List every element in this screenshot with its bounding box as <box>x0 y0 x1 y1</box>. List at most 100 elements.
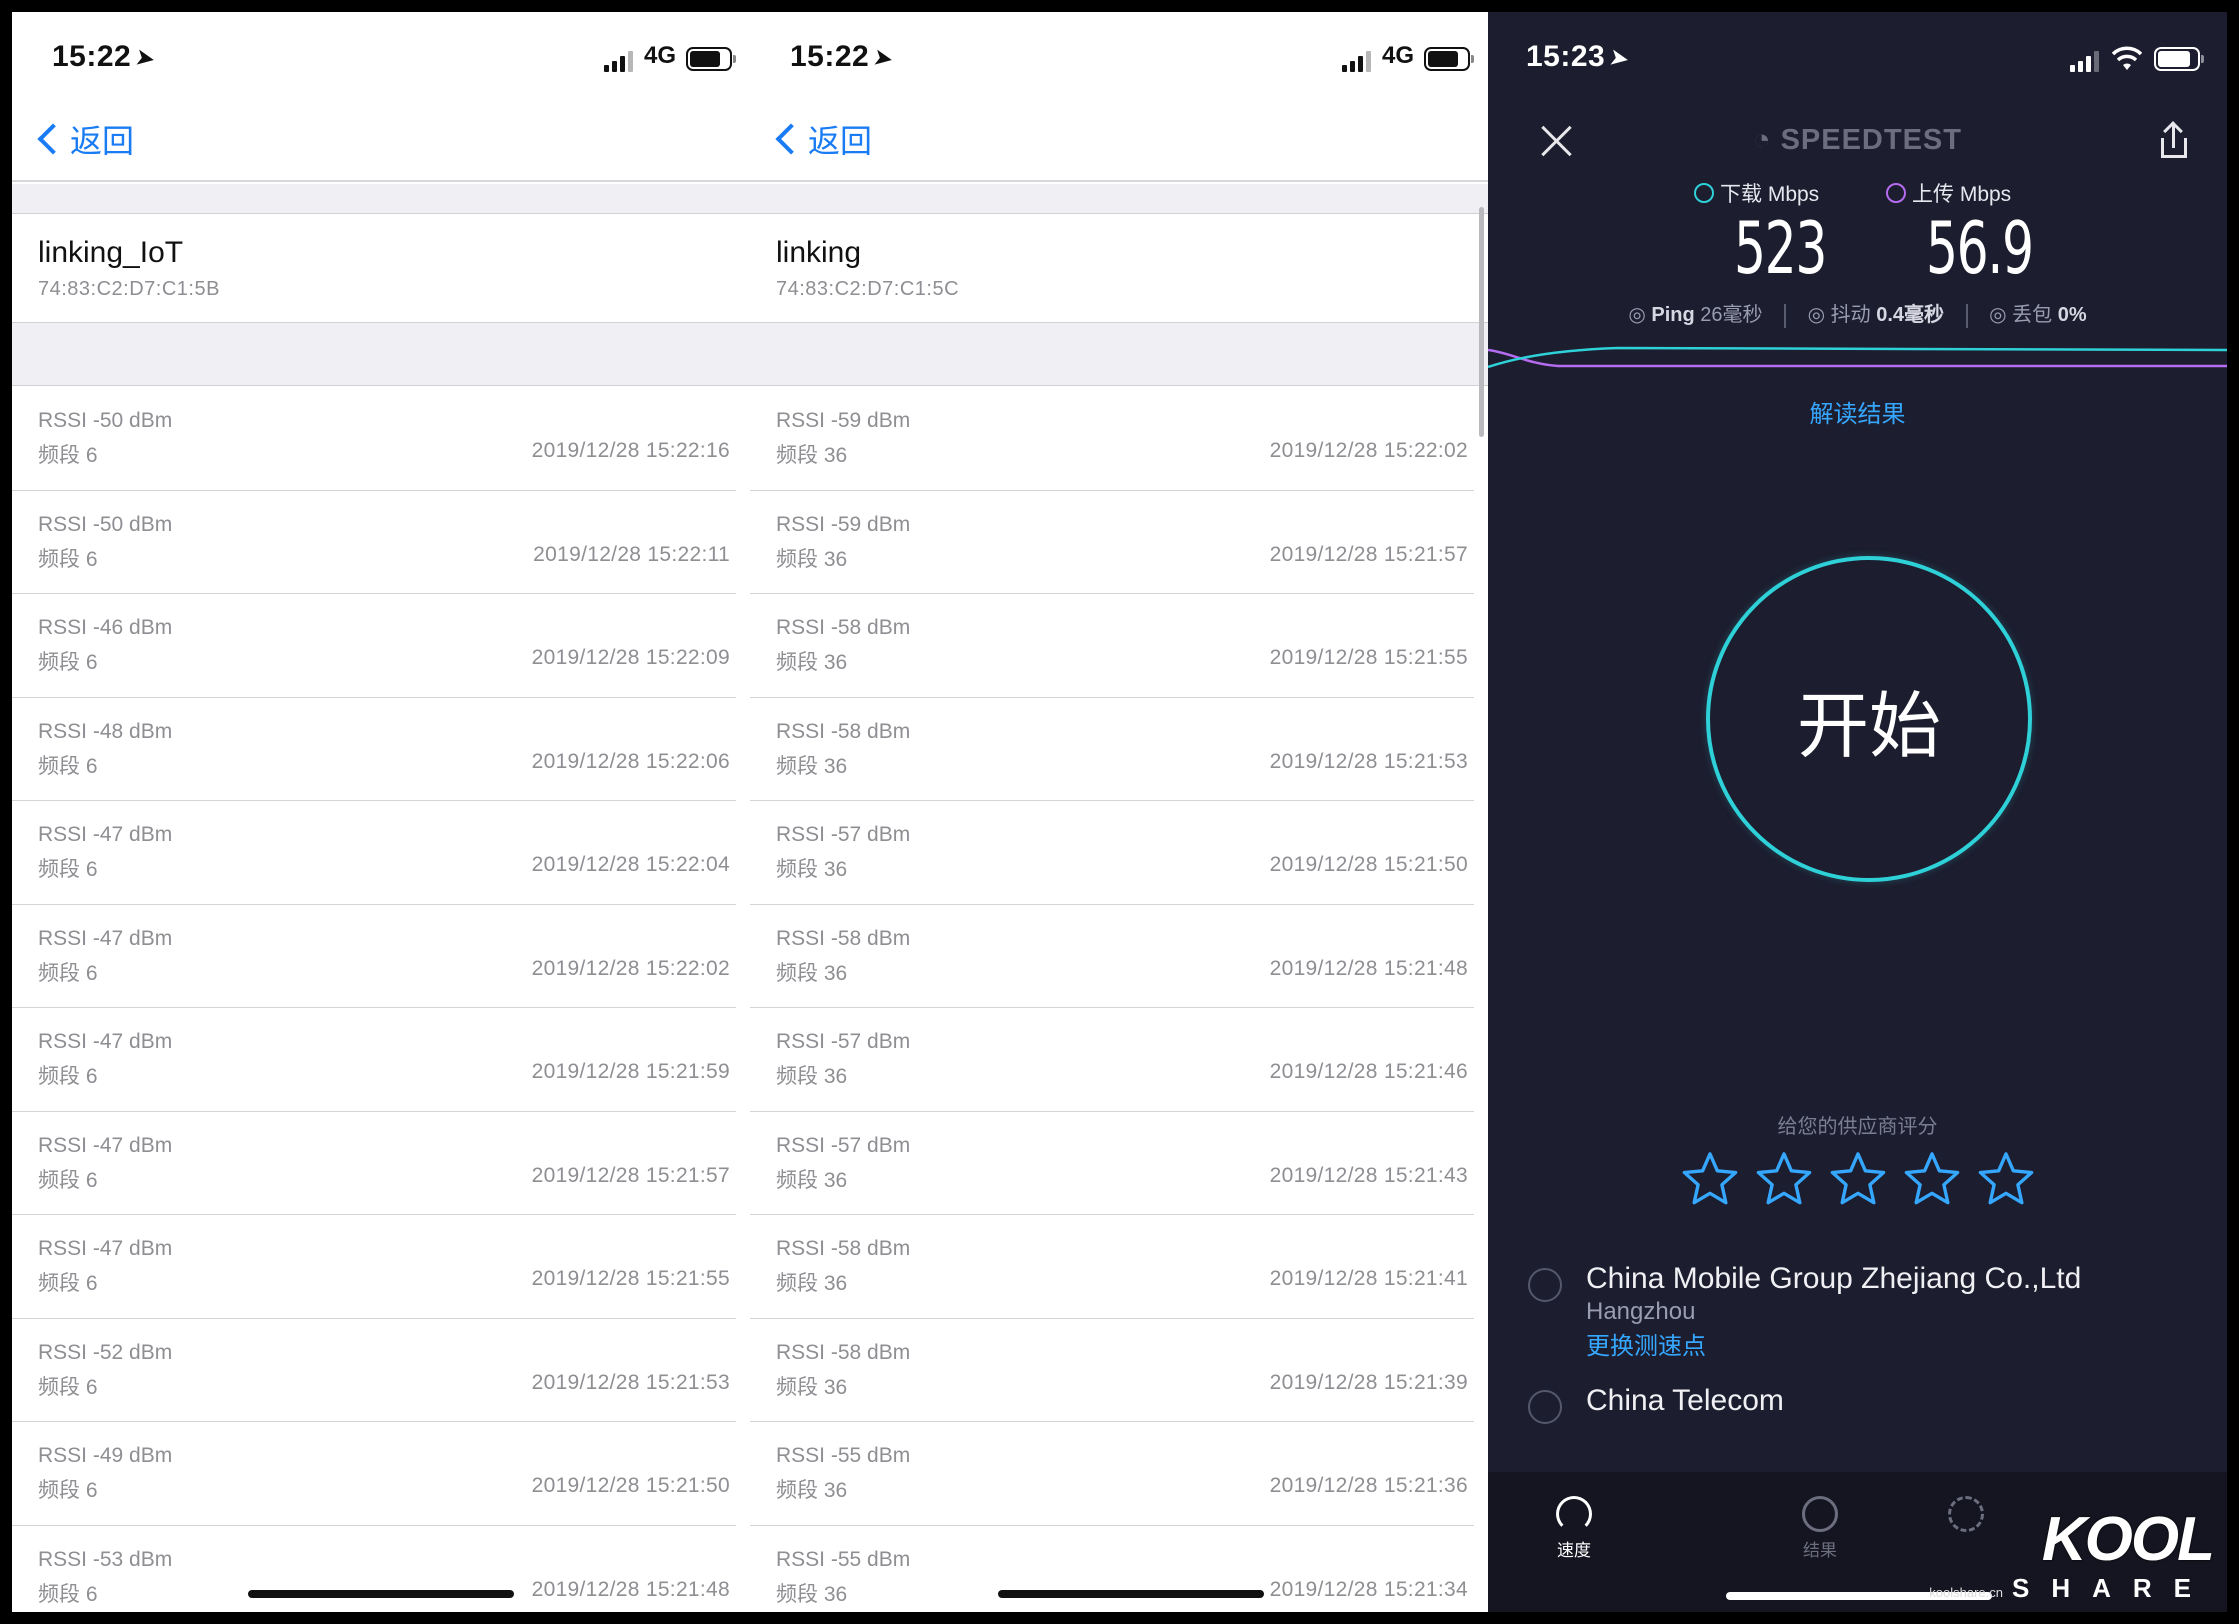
list-item[interactable]: RSSI -47 dBm 频段 6 2019/12/28 15:21:57 <box>12 1112 736 1215</box>
rssi-value: RSSI -57 dBm <box>776 1133 911 1157</box>
download-label: 下载 Mbps <box>1694 178 1819 208</box>
list-item[interactable]: RSSI -55 dBm 频段 36 2019/12/28 15:21:34 <box>750 1526 1474 1613</box>
list-item[interactable]: RSSI -59 dBm 频段 36 2019/12/28 15:21:57 <box>750 491 1474 594</box>
rssi-value: RSSI -47 dBm <box>38 823 173 846</box>
chevron-left-icon <box>37 123 69 155</box>
rssi-log-list[interactable]: RSSI -59 dBm 频段 36 2019/12/28 15:22:02 RSSI… <box>750 387 1488 1612</box>
ping-label: Ping <box>1651 304 1695 326</box>
scrollbar[interactable] <box>1479 207 1484 437</box>
timestamp: 2019/12/28 15:21:53 <box>1269 749 1468 773</box>
list-item[interactable]: RSSI -57 dBm 频段 36 2019/12/28 15:21:46 <box>750 1008 1474 1112</box>
speedtest-screen: 15:23➤ ◔ SPEEDTEST 下载 Mbps 上传 Mbps 523 5… <box>1488 12 2227 1612</box>
share-icon[interactable] <box>2161 124 2187 158</box>
list-item[interactable]: RSSI -47 dBm 频段 6 2019/12/28 15:21:59 <box>12 1008 736 1112</box>
jitter-label: 抖动 <box>1830 304 1871 326</box>
rssi-value: RSSI -50 dBm <box>38 409 173 432</box>
channel-value: 频段 36 <box>776 1479 848 1502</box>
rate-provider-label: 给您的供应商评分 <box>1777 1116 1938 1138</box>
channel-value: 频段 6 <box>38 858 98 881</box>
star-icon[interactable] <box>1977 1150 2035 1208</box>
list-item[interactable]: RSSI -47 dBm 频段 6 2019/12/28 15:22:02 <box>12 905 736 1008</box>
list-item[interactable]: RSSI -58 dBm 频段 36 2019/12/28 15:21:55 <box>750 594 1474 698</box>
network-type: 4G <box>1382 42 1415 69</box>
watermark-domain: koolshare.cn <box>1929 1585 2003 1600</box>
wifi-log-screen-iot: 15:22➤ 4G 返回 linking_IoT 74:83:C2:D7:C1:… <box>12 12 750 1612</box>
timestamp: 2019/12/28 15:21:59 <box>531 1060 730 1083</box>
upload-value: 56.9 <box>1926 206 2034 290</box>
list-item[interactable]: RSSI -58 dBm 频段 36 2019/12/28 15:21:39 <box>750 1319 1474 1422</box>
back-button[interactable]: 返回 <box>770 116 872 162</box>
globe-icon <box>1528 1268 1562 1302</box>
location-arrow-icon: ➤ <box>871 43 897 74</box>
timestamp: 2019/12/28 15:21:48 <box>1269 956 1468 980</box>
rssi-value: RSSI -53 dBm <box>38 1547 173 1571</box>
rssi-log-list[interactable]: RSSI -50 dBm 频段 6 2019/12/28 15:22:16 RSSI … <box>12 387 750 1612</box>
channel-value: 频段 6 <box>38 1479 98 1502</box>
network-header: linking 74:83:C2:D7:C1:5C <box>750 214 1488 322</box>
rssi-value: RSSI -55 dBm <box>776 1444 911 1467</box>
bssid-mac: 74:83:C2:D7:C1:5B <box>38 278 220 300</box>
status-time: 15:22➤ <box>790 40 897 74</box>
start-button[interactable]: 开始 <box>1706 556 2032 882</box>
interpret-results-link[interactable]: 解读结果 <box>1488 394 2227 429</box>
list-item[interactable]: RSSI -55 dBm 频段 36 2019/12/28 15:21:36 <box>750 1422 1474 1526</box>
list-item[interactable]: RSSI -52 dBm 频段 6 2019/12/28 15:21:53 <box>12 1319 736 1422</box>
koolshare-watermark: KOOL SHARE koolshare.cn <box>1929 1509 2215 1604</box>
home-indicator[interactable] <box>248 1590 514 1598</box>
list-item[interactable]: RSSI -46 dBm 频段 6 2019/12/28 15:22:09 <box>12 594 736 698</box>
timestamp: 2019/12/28 15:21:48 <box>531 1577 730 1601</box>
download-value: 523 <box>1734 206 1827 290</box>
channel-value: 频段 6 <box>38 444 98 467</box>
tab-speed-label: 速度 <box>1557 1541 1591 1560</box>
wifi-log-screen-5g: 15:22➤ 4G 返回 linking 74:83:C2:D7:C1:5C R… <box>750 12 1488 1612</box>
speed-graph <box>1488 346 2227 369</box>
location-arrow-icon: ➤ <box>133 43 159 74</box>
list-item[interactable]: RSSI -58 dBm 频段 36 2019/12/28 15:21:41 <box>750 1215 1474 1319</box>
list-item[interactable]: RSSI -57 dBm 频段 36 2019/12/28 15:21:50 <box>750 801 1474 905</box>
channel-value: 频段 36 <box>776 754 848 778</box>
list-item[interactable]: RSSI -58 dBm 频段 36 2019/12/28 15:21:48 <box>750 905 1474 1008</box>
list-item[interactable]: RSSI -57 dBm 频段 36 2019/12/28 15:21:43 <box>750 1112 1474 1215</box>
timestamp: 2019/12/28 15:21:50 <box>1269 853 1468 876</box>
timestamp: 2019/12/28 15:22:02 <box>1269 439 1468 462</box>
list-item[interactable]: RSSI -50 dBm 频段 6 2019/12/28 15:22:16 <box>12 387 736 491</box>
tab-speed[interactable]: 速度 <box>1524 1496 1624 1561</box>
list-item[interactable]: RSSI -48 dBm 频段 6 2019/12/28 15:22:06 <box>12 698 736 801</box>
tab-results[interactable]: 结果 <box>1770 1496 1870 1561</box>
speedtest-logo: ◔ SPEEDTEST <box>1752 124 1962 156</box>
home-indicator[interactable] <box>998 1590 1264 1598</box>
star-icon[interactable] <box>1755 1150 1813 1208</box>
list-item[interactable]: RSSI -47 dBm 频段 6 2019/12/28 15:22:04 <box>12 801 736 905</box>
latency-stats: ◎ Ping 26毫秒 ◎ 抖动 0.4毫秒 ◎ 丢包 0% <box>1488 298 2227 328</box>
channel-value: 频段 36 <box>776 858 848 881</box>
loss-icon: ◎ <box>1989 304 2007 326</box>
back-button[interactable]: 返回 <box>32 116 134 162</box>
list-item[interactable]: RSSI -50 dBm 频段 6 2019/12/28 15:22:11 <box>12 491 736 594</box>
timestamp: 2019/12/28 15:21:46 <box>1269 1060 1468 1083</box>
channel-value: 频段 6 <box>38 651 98 674</box>
rssi-value: RSSI -47 dBm <box>38 1030 173 1053</box>
checkmark-icon <box>1802 1496 1838 1532</box>
loss-label: 丢包 <box>2012 304 2053 326</box>
network-header: linking_IoT 74:83:C2:D7:C1:5B <box>12 214 750 322</box>
rssi-value: RSSI -48 dBm <box>38 719 173 743</box>
channel-value: 频段 36 <box>776 1065 848 1088</box>
list-item[interactable]: RSSI -47 dBm 频段 6 2019/12/28 15:21:55 <box>12 1215 736 1319</box>
list-item[interactable]: RSSI -53 dBm 频段 6 2019/12/28 15:21:48 <box>12 1526 736 1613</box>
timestamp: 2019/12/28 15:21:41 <box>1269 1267 1468 1290</box>
timestamp: 2019/12/28 15:22:04 <box>531 853 730 876</box>
cellular-signal-icon <box>604 50 636 72</box>
channel-value: 频段 6 <box>38 961 98 985</box>
list-item[interactable]: RSSI -59 dBm 频段 36 2019/12/28 15:22:02 <box>750 387 1474 491</box>
channel-value: 频段 36 <box>776 547 848 571</box>
cellular-signal-icon <box>2070 50 2102 72</box>
list-item[interactable]: RSSI -49 dBm 频段 6 2019/12/28 15:21:50 <box>12 1422 736 1526</box>
list-item[interactable]: RSSI -58 dBm 频段 36 2019/12/28 15:21:53 <box>750 698 1474 801</box>
tab-settings[interactable] <box>1916 1496 2016 1536</box>
star-icon[interactable] <box>1829 1150 1887 1208</box>
rssi-value: RSSI -55 dBm <box>776 1547 911 1571</box>
timestamp: 2019/12/28 15:21:57 <box>531 1163 730 1187</box>
star-icon[interactable] <box>1681 1150 1739 1208</box>
change-server-link[interactable]: 更换测速点 <box>1586 1326 1706 1361</box>
star-icon[interactable] <box>1903 1150 1961 1208</box>
